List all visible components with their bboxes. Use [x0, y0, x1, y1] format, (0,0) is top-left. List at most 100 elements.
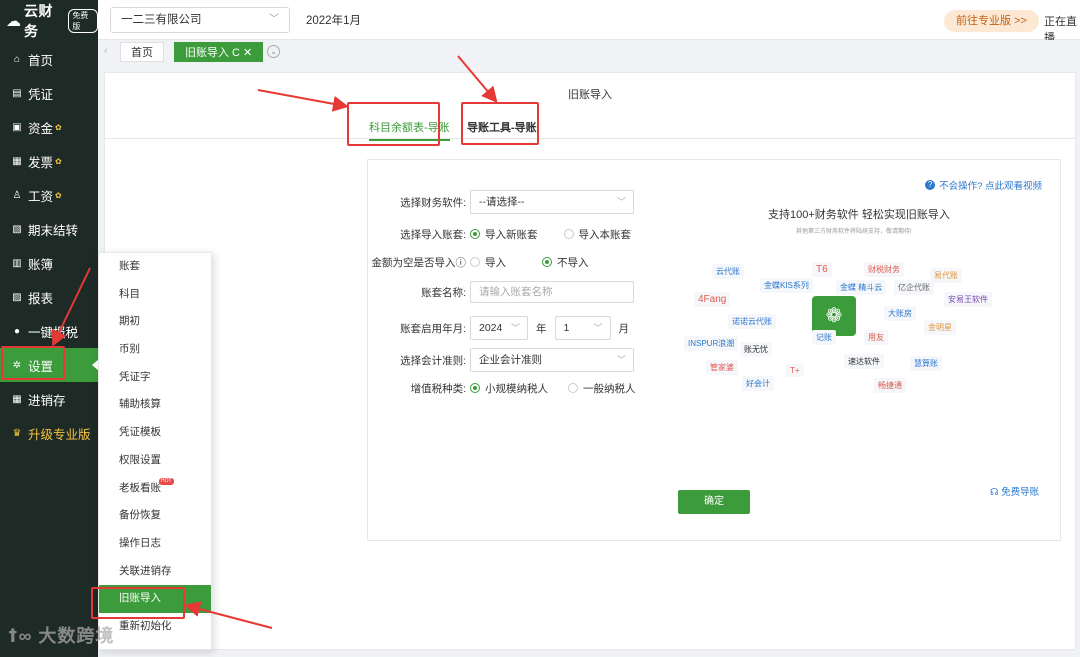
settings-menu-item[interactable]: 账套: [99, 253, 211, 281]
watermark: ꝉ∞ 大数跨境: [8, 622, 114, 648]
crown-icon: ♛: [12, 427, 22, 439]
software-brand-tag: 记账: [812, 330, 836, 345]
watch-video-link[interactable]: ? 不会操作? 点此观看视频: [925, 178, 1042, 192]
software-brand-tag: 用友: [864, 330, 888, 345]
chevron-down-icon: ﹀: [616, 197, 626, 207]
settings-menu-item[interactable]: 科目: [99, 281, 211, 309]
sidebar-item-invoice[interactable]: ▦ 发票 ✿: [0, 144, 98, 178]
year-value: 2024: [479, 322, 503, 334]
settings-menu-item[interactable]: 期初: [99, 308, 211, 336]
software-brand-tag: INSPUR浪潮: [684, 336, 739, 351]
accounting-standard-value: 企业会计准则: [479, 354, 542, 366]
free-import-link[interactable]: ☊ 免费导账: [990, 484, 1039, 498]
sidebar-item-ledger[interactable]: ▥ 账簿: [0, 246, 98, 280]
software-select[interactable]: --请选择-- ﹀: [470, 190, 634, 214]
settings-menu-item[interactable]: 备份恢复: [99, 502, 211, 530]
sidebar-item-crown[interactable]: ♛ 升级专业版: [0, 416, 98, 450]
tab-old-account-import[interactable]: 旧账导入 C ✕: [174, 42, 264, 62]
radio-general-taxpayer[interactable]: 一般纳税人: [568, 381, 636, 396]
software-brand-tag: 畅捷通: [874, 378, 906, 393]
premium-badge-icon: ✿: [55, 156, 62, 166]
vat-type-label: 增值税种类:: [410, 382, 466, 395]
radio-new-account-set[interactable]: 导入新账套: [470, 227, 538, 242]
settings-menu-item[interactable]: 操作日志: [99, 530, 211, 558]
import-form-card: 选择财务软件: --请选择-- ﹀ 选择导入账套: 导入新账套 导入本账套 金额为…: [367, 159, 1061, 541]
free-edition-badge: 免费版: [68, 9, 98, 33]
settings-menu-item[interactable]: 币别: [99, 336, 211, 364]
company-name: 一二三有限公司: [121, 14, 202, 26]
account-set-label: 选择导入账套:: [400, 228, 466, 241]
sidebar-item-report[interactable]: ▨ 报表: [0, 280, 98, 314]
settings-menu-item[interactable]: 凭证模板: [99, 419, 211, 447]
chevron-left-icon[interactable]: ‹: [104, 45, 108, 57]
tab-home[interactable]: 首页: [120, 42, 164, 62]
sidebar-item-period-end[interactable]: ▧ 期末结转: [0, 212, 98, 246]
zero-amount-row: 金额为空是否导入ⓘ 导入 不导入: [368, 250, 607, 274]
radio-import-zero[interactable]: 导入: [470, 255, 506, 270]
app-logo[interactable]: ☁ 云财务 免费版: [0, 0, 98, 42]
radio-this-account-set[interactable]: 导入本账套: [563, 227, 632, 242]
sidebar-item-voucher[interactable]: ▤ 凭证: [0, 76, 98, 110]
software-brand-tag: 金蝶KIS系列: [760, 278, 813, 293]
sidebar-item-home[interactable]: ⌂ 首页: [0, 42, 98, 76]
settings-menu-label: 辅助核算: [119, 398, 161, 411]
page-title: 旧账导入: [568, 89, 612, 101]
month-select[interactable]: 1 ﹀: [554, 316, 611, 340]
confirm-button[interactable]: 确定: [678, 490, 750, 514]
chevron-down-icon: ﹀: [593, 323, 603, 333]
help-circle-icon[interactable]: ⓘ: [456, 257, 467, 269]
radio-small-scale-taxpayer[interactable]: 小规模纳税人: [470, 381, 548, 396]
chevron-down-icon: ﹀: [269, 14, 279, 25]
month-value: 1: [563, 322, 570, 334]
radio-dot: [470, 257, 480, 267]
tab-more-icon[interactable]: ⌄: [267, 45, 280, 58]
sidebar-item-label: 期末结转: [28, 223, 79, 238]
software-brand-tag: 云代账: [712, 264, 744, 279]
sidebar-item-label: 进销存: [28, 393, 66, 408]
software-brand-tag: T+: [786, 364, 804, 377]
promo-title: 支持100+财务软件 轻松实现旧账导入: [768, 209, 950, 221]
account-name-row: 账套名称: 请输入账套名称: [368, 280, 634, 304]
settings-menu-item[interactable]: 权限设置: [99, 447, 211, 475]
software-brand-tag: 亿企代账: [894, 280, 934, 295]
radio-dot: [470, 383, 480, 393]
annotation-box-settings: [1, 346, 65, 380]
invoice-icon: ▦: [12, 155, 22, 167]
settings-menu-item[interactable]: 老板看账 HOT: [99, 475, 211, 503]
tab-bar: ‹ 首页 旧账导入 C ✕ ⌄: [98, 40, 1080, 66]
radio-skip-zero[interactable]: 不导入: [542, 255, 589, 270]
ledger-icon: ▥: [12, 257, 22, 269]
settings-menu-item[interactable]: 辅助核算: [99, 391, 211, 419]
software-brand-tag: 4Fang: [694, 292, 731, 307]
premium-badge-icon: ✿: [55, 122, 62, 132]
settings-menu-item[interactable]: 关联进销存: [99, 558, 211, 586]
radio-label: 导入本账套: [578, 228, 632, 241]
settings-menu-label: 操作日志: [119, 536, 161, 549]
settings-menu-label: 权限设置: [119, 453, 161, 466]
sidebar-item-label: 发票: [28, 155, 54, 170]
chevron-down-icon: ﹀: [616, 355, 626, 365]
sidebar-item-inventory[interactable]: ▦ 进销存: [0, 382, 98, 416]
sidebar-item-salary[interactable]: ♙ 工资 ✿: [0, 178, 98, 212]
annotation-box-tab1: [347, 102, 440, 146]
go-pro-button[interactable]: 前往专业版 >>: [944, 10, 1039, 32]
radio-label: 导入: [485, 256, 506, 269]
sidebar-item-fund[interactable]: ▣ 资金 ✿: [0, 110, 98, 144]
accounting-period[interactable]: 2022年1月: [306, 12, 361, 28]
settings-menu-item[interactable]: 凭证字: [99, 364, 211, 392]
accounting-standard-select[interactable]: 企业会计准则 ﹀: [470, 348, 634, 372]
software-logo-cloud: ❁ T6 4Fang 金蝶KIS系列 金蝶 精斗云 亿企代账 安易王软件 诺诺云代账 大账房金…: [684, 256, 1014, 406]
software-brand-tag: 管家婆: [706, 360, 738, 375]
software-brand-tag: 账无忧: [740, 342, 772, 357]
settings-menu-label: 备份恢复: [119, 509, 161, 522]
watermark-logo-icon: ꝉ∞: [8, 626, 33, 646]
year-select[interactable]: 2024 ﹀: [470, 316, 528, 340]
inventory-icon: ▦: [12, 393, 22, 405]
company-select[interactable]: 一二三有限公司 ﹀: [110, 7, 290, 33]
sidebar-item-tax[interactable]: ● 一键报税: [0, 314, 98, 348]
sidebar-item-label: 工资: [28, 189, 54, 204]
settings-menu-label: 重新初始化: [119, 619, 172, 632]
radio-label: 导入新账套: [485, 228, 538, 241]
account-name-input[interactable]: 请输入账套名称: [470, 281, 634, 303]
radio-dot: [563, 229, 574, 239]
